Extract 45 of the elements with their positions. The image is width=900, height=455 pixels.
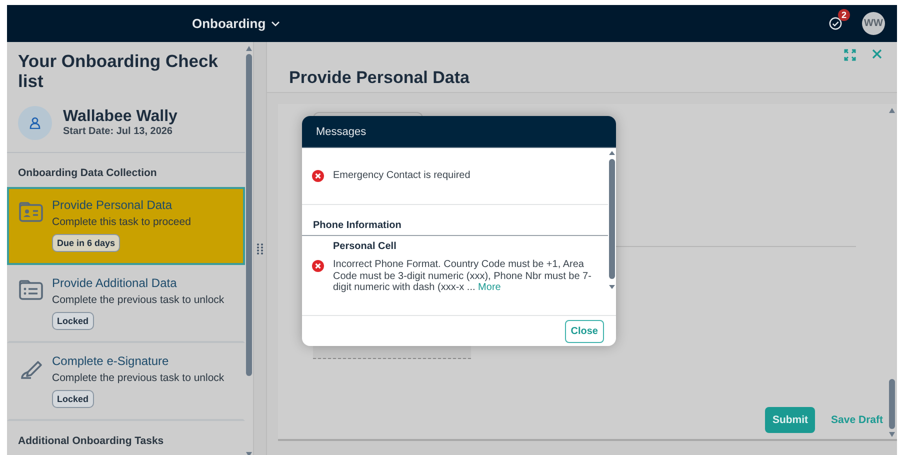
list-folder-icon	[19, 278, 43, 301]
status-badge: Due in 6 days	[52, 234, 120, 252]
message-text: Emergency Contact is required	[333, 170, 470, 182]
task-subtitle: Complete this task to proceed	[52, 216, 191, 228]
scroll-down-arrow[interactable]	[889, 432, 895, 437]
task-subtitle: Complete the previous task to unlock	[52, 372, 224, 384]
start-date: Start Date: Jul 13, 2026	[63, 126, 174, 138]
task-subtitle: Complete the previous task to unlock	[52, 294, 224, 306]
avatar[interactable]: WW	[862, 12, 885, 35]
group-title: Phone Information	[302, 205, 608, 236]
error-icon	[312, 170, 324, 182]
close-button[interactable]: Close	[564, 320, 604, 342]
check-circle-icon	[829, 17, 842, 30]
scroll-up-arrow[interactable]	[889, 108, 895, 113]
app-title-menu[interactable]: Onboarding	[190, 14, 282, 33]
scroll-down-arrow[interactable]	[609, 285, 615, 289]
task-item[interactable]: Provide Personal Data Complete this task to proceed Due in 6 days	[7, 186, 245, 265]
message-subtitle: Personal Cell	[333, 241, 398, 252]
panel-title: Your Onboarding Check list	[17, 50, 219, 93]
task-item[interactable]: Complete e-Signature Complete the previous task to unlock Locked	[7, 342, 245, 422]
scrollbar[interactable]	[889, 379, 895, 429]
error-icon	[312, 260, 324, 272]
status-badge: Locked	[52, 312, 94, 330]
notification-badge: 2	[838, 9, 850, 21]
more-link[interactable]: More	[478, 282, 501, 293]
caret-icon	[270, 20, 280, 26]
scroll-up-arrow[interactable]	[609, 151, 615, 155]
task-item[interactable]: Provide Additional Data Complete the previous task to unlock Locked	[7, 264, 245, 343]
close-icon	[872, 49, 882, 59]
expand-button[interactable]	[843, 48, 857, 62]
message-text: Incorrect Phone Format. Country Code must be +1, Area Code must be 3-digit numeric (xxx), Phone Nbr must be 7-digit numeric with dash (xxx-x ... More	[333, 259, 592, 294]
section-title: Onboarding Data Collection	[17, 166, 158, 181]
status-badge: Locked	[52, 390, 94, 408]
person-icon	[29, 116, 41, 129]
dialog-title: Messages	[302, 116, 616, 148]
expand-icon	[844, 49, 856, 61]
page-title: Provide Personal Data	[289, 68, 470, 88]
user-name: Wallabee Wally	[63, 108, 178, 126]
task-title: Complete e-Signature	[52, 354, 170, 368]
task-title: Provide Personal Data	[52, 198, 174, 212]
id-card-icon	[19, 200, 43, 223]
task-title: Provide Additional Data	[52, 276, 178, 290]
section-title: Additional Onboarding Tasks	[17, 434, 165, 450]
notifications-button[interactable]: 2	[827, 9, 850, 32]
drag-handle-icon	[257, 242, 263, 254]
